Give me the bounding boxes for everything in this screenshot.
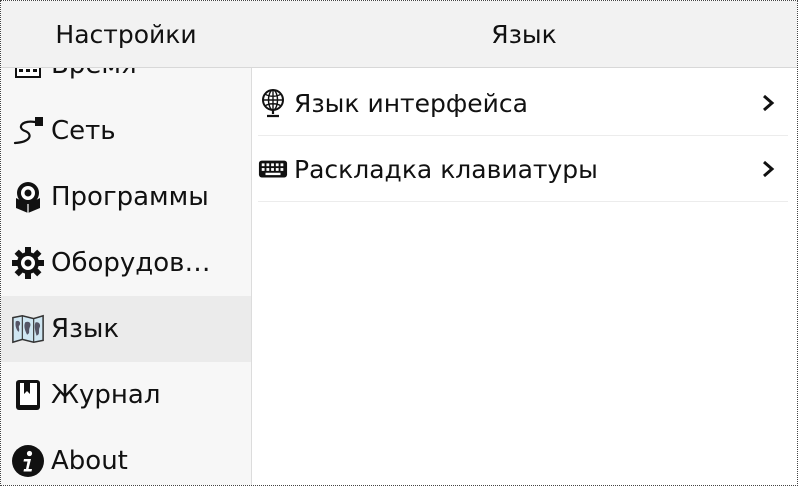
list-item-keyboard-layout[interactable]: Раскладка клавиатуры (252, 136, 797, 202)
chevron-right-icon (753, 93, 783, 113)
keyboard-icon (258, 154, 288, 184)
sidebar-item-label: Программы (51, 182, 209, 212)
sidebar-item-label: Время (51, 68, 137, 80)
sidebar: Время Сеть Программы (1, 68, 252, 485)
settings-title: Настройки (55, 19, 197, 49)
language-settings-list: Язык интерфейса Раскладка клавиатуры (252, 68, 797, 485)
info-icon (11, 444, 45, 478)
sidebar-item-programs[interactable]: Программы (1, 164, 251, 230)
sidebar-item-label: Оборудов… (51, 248, 211, 278)
sidebar-item-about[interactable]: About (1, 428, 251, 485)
page-title: Язык (491, 19, 557, 49)
list-item-label: Раскладка клавиатуры (294, 154, 598, 184)
globe-icon (258, 88, 288, 118)
sidebar-item-hardware[interactable]: Оборудов… (1, 230, 251, 296)
gear-icon (11, 246, 45, 280)
sidebar-item-label: Язык (51, 314, 120, 344)
sidebar-item-label: About (51, 446, 128, 476)
header-bar: Настройки Язык (1, 1, 797, 68)
sidebar-item-language[interactable]: Язык (1, 296, 251, 362)
journal-book-icon (11, 378, 45, 412)
sidebar-item-network[interactable]: Сеть (1, 98, 251, 164)
chevron-right-icon (753, 159, 783, 179)
settings-window: Настройки Язык Время (0, 0, 798, 486)
list-item-label: Язык интерфейса (294, 88, 528, 118)
list-divider (258, 201, 788, 202)
sidebar-item-label: Журнал (51, 380, 161, 410)
calendar-icon (11, 68, 45, 82)
sidebar-item-time[interactable]: Время (1, 68, 251, 98)
sidebar-item-journal[interactable]: Журнал (1, 362, 251, 428)
packages-icon (11, 180, 45, 214)
list-item-interface-language[interactable]: Язык интерфейса (252, 70, 797, 136)
network-cable-icon (11, 114, 45, 148)
sidebar-item-label: Сеть (51, 116, 116, 146)
world-map-icon (11, 312, 45, 346)
